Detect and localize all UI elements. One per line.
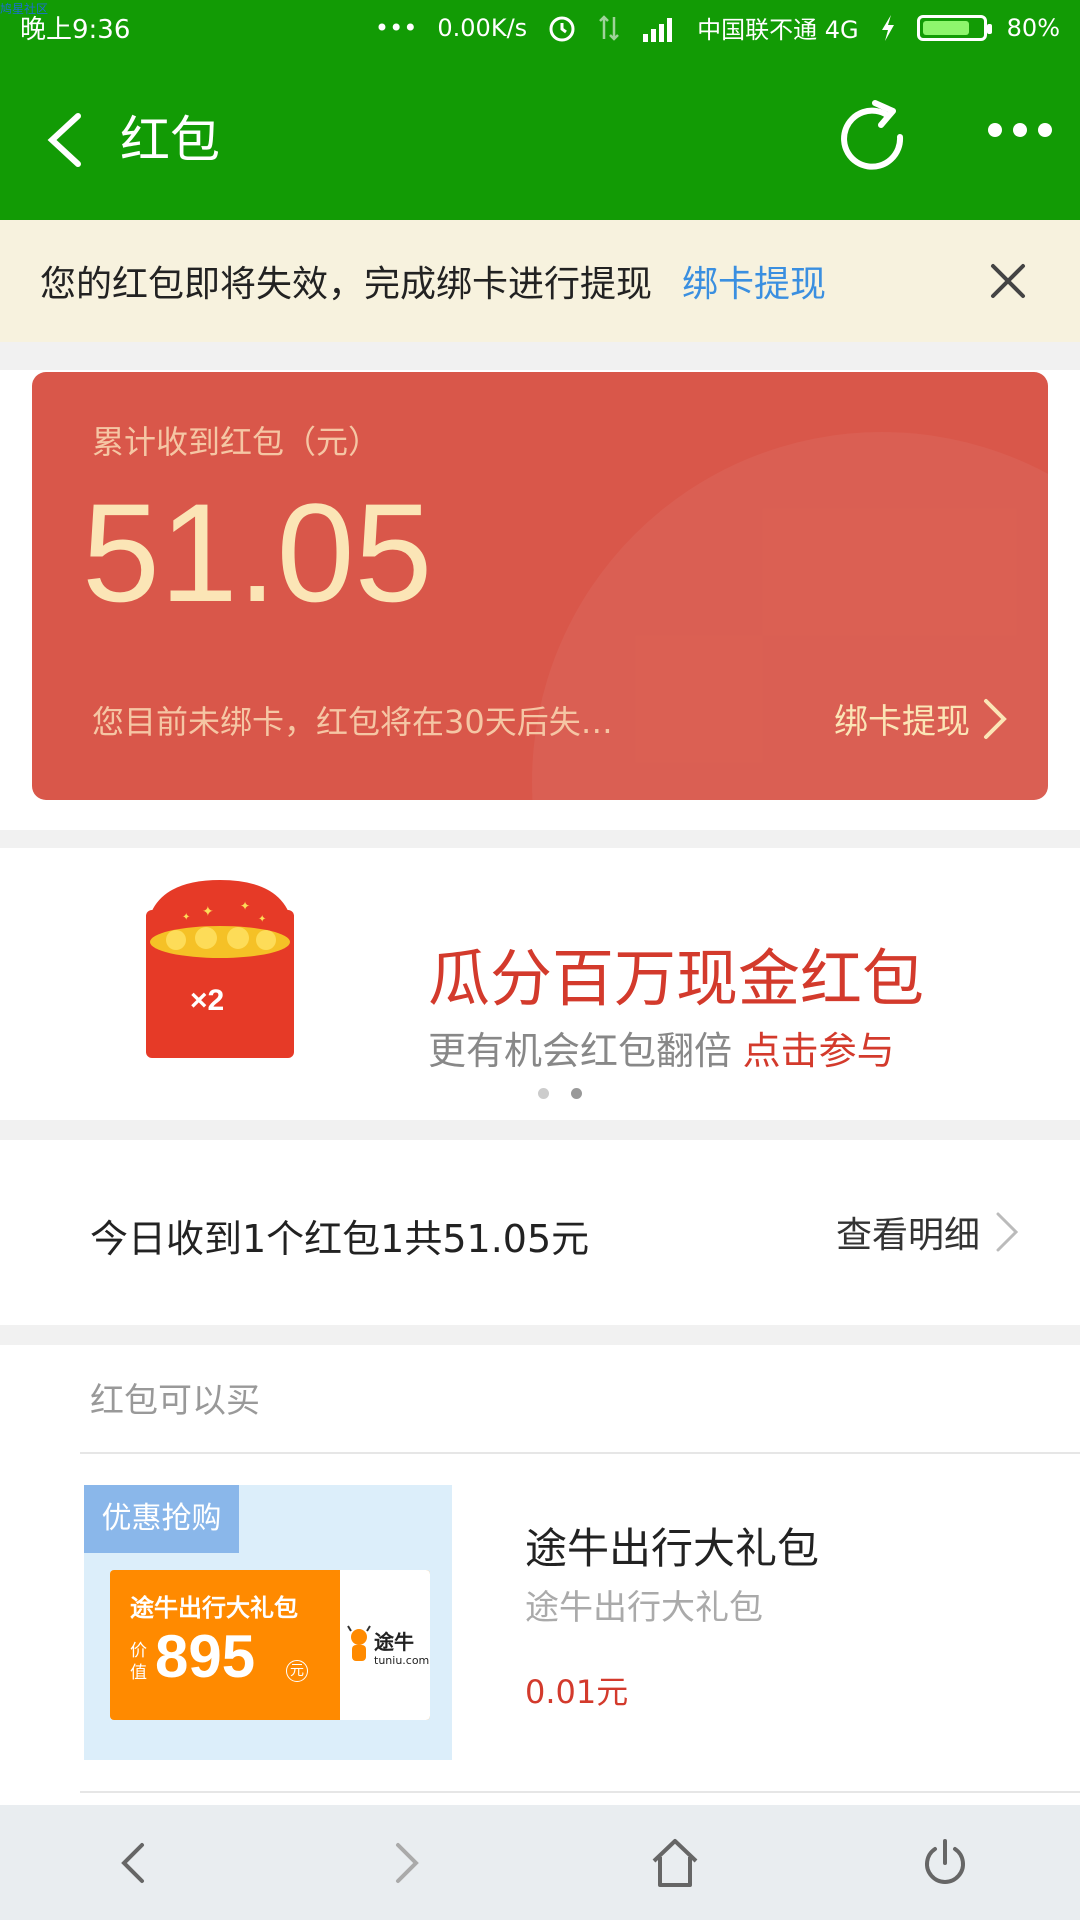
home-icon[interactable]: [650, 1837, 700, 1889]
shop-section: 红包可以买 优惠抢购 途牛出行大礼包 价值 895 元 途牛 tuniu.com…: [0, 1345, 1080, 1805]
watermark: 鸠星社区: [0, 2, 49, 16]
alarm-icon: [549, 16, 575, 41]
power-icon[interactable]: [920, 1837, 970, 1889]
shop-heading: 红包可以买: [90, 1381, 260, 1421]
banner-title: 瓜分百万现金红包: [428, 945, 925, 1014]
product-name[interactable]: 途牛出行大礼包: [525, 1515, 819, 1576]
product-description: 途牛出行大礼包: [525, 1588, 763, 1628]
today-summary-row: 今日收到1个红包1共51.05元 查看明细: [0, 1140, 1080, 1325]
nav-back-button[interactable]: [110, 1837, 160, 1889]
svg-text:✦: ✦: [258, 914, 266, 925]
notice-text: 您的红包即将失效，完成绑卡进行提现: [40, 264, 653, 305]
red-envelope-icon: ✦ ✦ ✦ ✦ ×2: [146, 880, 294, 1058]
promo-tag: 优惠抢购: [84, 1485, 239, 1553]
status-indicators: ••• 0.00K/s 中国联不通 4G 80%: [375, 10, 1060, 45]
battery-percent: 80%: [1006, 13, 1060, 42]
carousel-dot[interactable]: [571, 1088, 582, 1099]
bind-card-withdraw-label: 绑卡提现: [834, 702, 970, 742]
tuniu-mascot-icon: [347, 1625, 371, 1661]
svg-text:✦: ✦: [202, 904, 214, 920]
balance-section: 累计收到红包（元） 51.05 您目前未绑卡，红包将在30天后失… 绑卡提现: [0, 370, 1080, 830]
divider: [80, 1452, 1080, 1454]
network-speed: 0.00K/s: [437, 13, 528, 42]
page-title: 红包: [120, 111, 220, 169]
card-decoration: [532, 432, 1048, 800]
voucher-title: 途牛出行大礼包: [130, 1594, 298, 1622]
nav-forward-button[interactable]: [380, 1837, 430, 1889]
brand-name-cn: 途牛: [374, 1630, 414, 1654]
promo-banner[interactable]: ✦ ✦ ✦ ✦ ×2 瓜分百万现金红包 更有机会红包翻倍 点击参与: [0, 848, 1080, 1120]
balance-label: 累计收到红包（元）: [92, 423, 381, 461]
balance-warning: 您目前未绑卡，红包将在30天后失…: [92, 703, 613, 741]
signal-icon: [643, 17, 673, 42]
svg-text:✦: ✦: [240, 899, 250, 913]
brand-name-en: tuniu.com: [374, 1654, 430, 1667]
voucher-unit: 元: [286, 1660, 308, 1682]
battery-fill: [922, 20, 970, 35]
charging-icon: [881, 14, 894, 41]
back-button[interactable]: [40, 110, 90, 170]
envelope-badge: ×2: [190, 984, 224, 1017]
chevron-right-icon: [996, 1212, 1019, 1252]
more-dots-icon: •••: [374, 13, 418, 42]
carousel-dots: [538, 1088, 582, 1099]
today-summary: 今日收到1个红包1共51.05元: [90, 1217, 590, 1261]
voucher-value: 895: [155, 1623, 256, 1690]
product-image[interactable]: 优惠抢购 途牛出行大礼包 价值 895 元 途牛 tuniu.com: [84, 1485, 452, 1760]
notice-bind-card-link[interactable]: 绑卡提现: [682, 255, 826, 307]
view-details-label: 查看明细: [835, 1215, 980, 1256]
product-price: 0.01元: [525, 1673, 629, 1711]
tuniu-logo: 途牛 tuniu.com: [340, 1570, 430, 1720]
divider: [80, 1791, 1080, 1793]
bind-card-withdraw-button[interactable]: 绑卡提现: [834, 694, 1008, 743]
voucher-value-prefix: 价值: [130, 1641, 147, 1683]
voucher-graphic: 途牛出行大礼包 价值 895 元 途牛 tuniu.com: [110, 1570, 430, 1720]
balance-amount: 51.05: [82, 474, 433, 631]
chevron-right-icon: [984, 698, 1007, 739]
battery-icon: [916, 14, 992, 41]
carousel-dot[interactable]: [538, 1088, 549, 1099]
data-arrows-icon: [599, 14, 620, 41]
title-bar: 红包: [0, 55, 1080, 220]
refresh-button[interactable]: [835, 93, 910, 173]
expiry-notice: 您的红包即将失效，完成绑卡进行提现 绑卡提现: [0, 220, 1080, 342]
view-details-button[interactable]: 查看明细: [836, 1206, 1020, 1258]
banner-participate-link[interactable]: 点击参与: [743, 1031, 895, 1073]
close-icon[interactable]: [985, 258, 1031, 304]
banner-subtitle: 更有机会红包翻倍 点击参与: [428, 1020, 895, 1075]
banner-subtitle-text: 更有机会红包翻倍: [428, 1031, 733, 1073]
status-bar: 晚上9:36 ••• 0.00K/s 中国联不通 4G 80%: [0, 0, 1080, 55]
bottom-navigation: [0, 1805, 1080, 1920]
carrier-name: 中国联不通 4G: [697, 16, 859, 44]
svg-text:✦: ✦: [182, 912, 190, 923]
more-options-button[interactable]: [985, 110, 1055, 150]
balance-card: 累计收到红包（元） 51.05 您目前未绑卡，红包将在30天后失… 绑卡提现: [32, 372, 1048, 800]
